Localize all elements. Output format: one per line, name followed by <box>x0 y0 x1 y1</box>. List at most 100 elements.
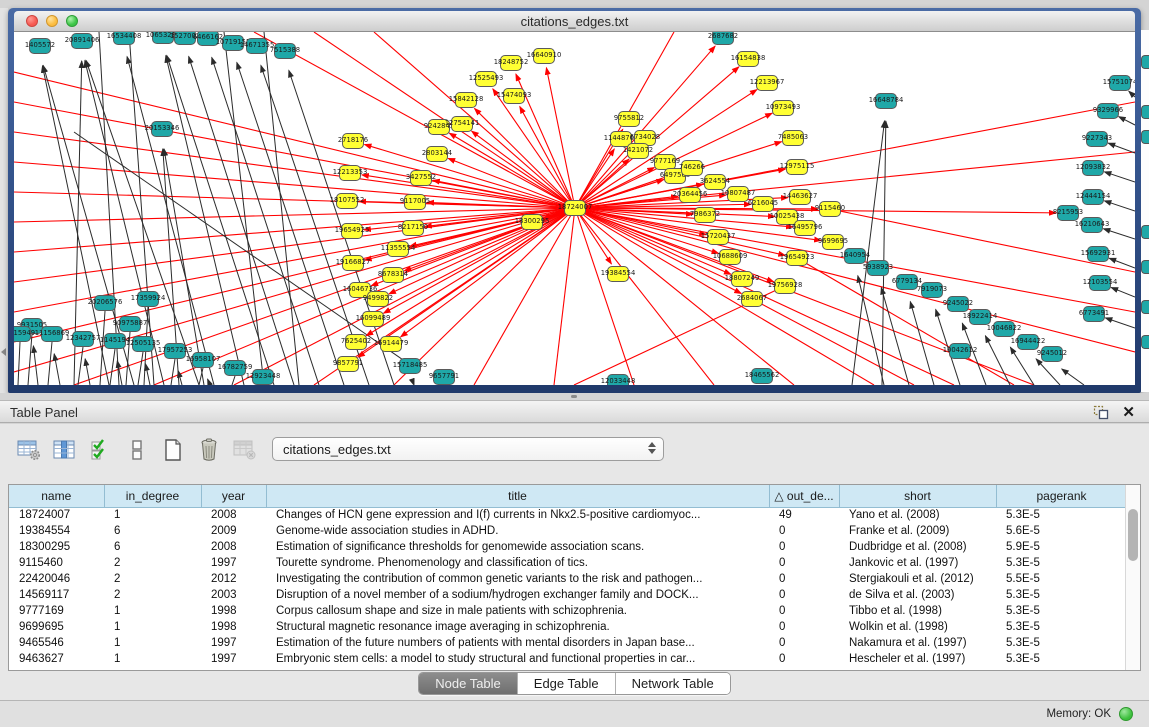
panel-collapse-arrow[interactable] <box>1 348 6 356</box>
cell-year[interactable]: 2012 <box>201 571 266 587</box>
cell-year[interactable]: 1997 <box>201 555 266 571</box>
cell-short[interactable]: Wolkin et al. (1998) <box>839 619 996 635</box>
cell-in-degree[interactable]: 1 <box>104 619 201 635</box>
graph-edge-selected[interactable] <box>449 133 575 208</box>
table-row[interactable]: 1938455462009Genome-wide association stu… <box>9 523 1127 539</box>
cell-title[interactable]: Structural magnetic resonance image aver… <box>266 619 769 635</box>
cell-name[interactable]: 9699695 <box>9 619 104 635</box>
cell-in-degree[interactable]: 6 <box>104 539 201 555</box>
table-scrollbar[interactable] <box>1125 485 1140 670</box>
cell-title[interactable]: Estimation of significance thresholds fo… <box>266 539 769 555</box>
cell-name[interactable]: 9777169 <box>9 603 104 619</box>
cell-short[interactable]: Nakamura et al. (1997) <box>839 635 996 651</box>
cell-in-degree[interactable]: 1 <box>104 635 201 651</box>
cell-out-de[interactable]: 0 <box>769 651 839 667</box>
cell-title[interactable]: Corpus callosum shape and size in male p… <box>266 603 769 619</box>
cell-year[interactable]: 2008 <box>201 507 266 523</box>
graph-edge[interactable] <box>882 121 886 385</box>
cell-name[interactable]: 9465546 <box>9 635 104 651</box>
tab-node-table[interactable]: Node Table <box>419 673 518 694</box>
cell-year[interactable]: 1998 <box>201 603 266 619</box>
cell-pagerank[interactable]: 5.3E-5 <box>996 555 1127 571</box>
table-row[interactable]: 1872400712008Changes of HCN gene express… <box>9 507 1127 523</box>
network-canvas[interactable]: 1872400727181761221335318107552196549251… <box>14 32 1135 385</box>
cell-short[interactable]: Hescheler et al. (1997) <box>839 651 996 667</box>
graph-edge-selected[interactable] <box>554 208 575 385</box>
graph-edge[interactable] <box>129 32 154 385</box>
table-row[interactable]: 1456911722003Disruption of a novel membe… <box>9 587 1127 603</box>
graph-edge[interactable] <box>48 342 52 385</box>
cell-out-de[interactable]: 0 <box>769 619 839 635</box>
cell-out-de[interactable]: 0 <box>769 603 839 619</box>
tab-edge-table[interactable]: Edge Table <box>518 673 616 694</box>
table-row[interactable]: 1830029562008Estimation of significance … <box>9 539 1127 555</box>
splitter-handle[interactable] <box>571 395 577 398</box>
new-column-icon[interactable] <box>158 437 188 463</box>
cell-pagerank[interactable]: 5.3E-5 <box>996 507 1127 523</box>
graph-edge[interactable] <box>127 57 214 385</box>
cell-title[interactable]: Tourette syndrome. Phenomenology and cla… <box>266 555 769 571</box>
graph-edge-selected[interactable] <box>575 208 634 385</box>
cell-title[interactable]: Embryonic stem cells: a model to study s… <box>266 651 769 667</box>
window-titlebar[interactable]: citations_edges.txt <box>14 11 1135 32</box>
graph-edge[interactable] <box>985 336 1010 385</box>
cell-year[interactable]: 2009 <box>201 523 266 539</box>
graph-edge-selected[interactable] <box>14 208 575 342</box>
cell-short[interactable]: de Silva et al. (2003) <box>839 587 996 603</box>
cell-pagerank[interactable]: 5.3E-5 <box>996 587 1127 603</box>
graph-edge[interactable] <box>858 276 884 385</box>
graph-edge[interactable] <box>1010 347 1034 385</box>
cell-year[interactable]: 2003 <box>201 587 266 603</box>
column-header-name[interactable]: name <box>9 485 104 507</box>
show-column-icon[interactable] <box>50 437 80 463</box>
cell-name[interactable]: 14569117 <box>9 587 104 603</box>
graph-edge-selected[interactable] <box>404 208 575 271</box>
column-header-in-degree[interactable]: in_degree <box>104 485 201 507</box>
network-window[interactable]: citations_edges.txt 18724007271817612213… <box>8 8 1141 393</box>
graph-edge[interactable] <box>1062 369 1084 385</box>
cell-short[interactable]: Franke et al. (2009) <box>839 523 996 539</box>
cell-out-de[interactable]: 0 <box>769 523 839 539</box>
graph-edge[interactable] <box>208 379 210 385</box>
cell-out-de[interactable]: 49 <box>769 507 839 523</box>
cell-year[interactable]: 2008 <box>201 539 266 555</box>
cell-short[interactable]: Jankovic et al. (1997) <box>839 555 996 571</box>
column-header-title[interactable]: title <box>266 485 769 507</box>
table-settings-icon[interactable] <box>14 437 44 463</box>
cell-name[interactable]: 18724007 <box>9 507 104 523</box>
graph-edge-selected[interactable] <box>14 162 575 208</box>
graph-edge[interactable] <box>1108 143 1135 153</box>
cell-out-de[interactable]: 0 <box>769 555 839 571</box>
tab-network-table[interactable]: Network Table <box>616 673 730 694</box>
cell-pagerank[interactable]: 5.3E-5 <box>996 619 1127 635</box>
cell-in-degree[interactable]: 2 <box>104 555 201 571</box>
graph-edge[interactable] <box>1104 172 1135 182</box>
graph-edge[interactable] <box>1109 258 1135 268</box>
cell-name[interactable]: 9115460 <box>9 555 104 571</box>
graph-edge[interactable] <box>138 352 143 385</box>
cell-year[interactable]: 1998 <box>201 619 266 635</box>
column-header-out-de[interactable]: △ out_de... <box>769 485 839 507</box>
cell-pagerank[interactable]: 5.6E-5 <box>996 523 1127 539</box>
graph-edge[interactable] <box>1129 91 1135 97</box>
graph-edge[interactable] <box>28 334 32 385</box>
graph-edge-selected[interactable] <box>575 208 1135 352</box>
float-window-icon[interactable] <box>1093 405 1109 420</box>
cell-title[interactable]: Estimation of the future numbers of pati… <box>266 635 769 651</box>
graph-edge[interactable] <box>1104 201 1135 211</box>
graph-edge[interactable] <box>1105 318 1135 328</box>
cell-out-de[interactable]: 0 <box>769 635 839 651</box>
cell-title[interactable]: Changes of HCN gene expression and I(f) … <box>266 507 769 523</box>
column-header-pagerank[interactable]: pagerank <box>996 485 1127 507</box>
graph-edge-selected[interactable] <box>410 208 575 246</box>
graph-edge[interactable] <box>99 32 119 385</box>
graph-edge[interactable] <box>18 342 20 385</box>
cell-name[interactable]: 18300295 <box>9 539 104 555</box>
scrollbar-thumb[interactable] <box>1128 509 1138 561</box>
graph-edge[interactable] <box>1119 117 1135 125</box>
cell-pagerank[interactable]: 5.9E-5 <box>996 539 1127 555</box>
graph-edge[interactable] <box>910 302 934 385</box>
cell-out-de[interactable]: 0 <box>769 587 839 603</box>
graph-edge-selected[interactable] <box>14 132 575 208</box>
cell-title[interactable]: Disruption of a novel member of a sodium… <box>266 587 769 603</box>
